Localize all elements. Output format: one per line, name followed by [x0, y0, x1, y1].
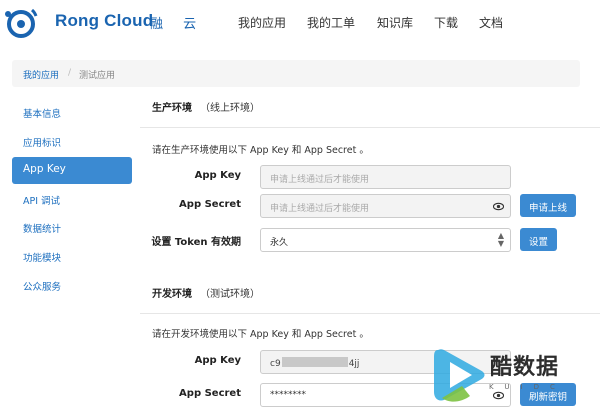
development-subtitle: （测试环境） — [200, 289, 260, 300]
production-app-secret-placeholder: 申请上线通过后才能使用 — [270, 204, 370, 214]
production-app-key-label: App Key — [194, 170, 241, 181]
development-description: 请在开发环境使用以下 App Key 和 App Secret 。 — [152, 329, 369, 340]
token-validity-value: 永久 — [270, 238, 289, 248]
production-description: 请在生产环境使用以下 App Key 和 App Secret 。 — [152, 145, 369, 156]
settings-button[interactable]: 设置 — [520, 228, 557, 251]
breadcrumb: 我的应用 / 测试应用 — [12, 60, 580, 87]
development-app-secret-label: App Secret — [179, 388, 241, 399]
development-app-key-label: App Key — [194, 355, 241, 366]
nav-knowledge-base[interactable]: 知识库 — [377, 14, 413, 31]
production-app-key-placeholder: 申请上线通过后才能使用 — [270, 175, 370, 185]
app-key-prefix: c9 — [270, 359, 281, 369]
token-validity-label: 设置 Token 有效期 — [151, 237, 241, 248]
sidebar-item-public-service[interactable]: 公众服务 — [12, 272, 132, 299]
breadcrumb-current: 测试应用 — [79, 71, 116, 81]
watermark-text: 酷数据 — [490, 355, 560, 380]
eye-icon[interactable] — [493, 390, 504, 401]
development-title: 开发环境 — [152, 289, 192, 300]
production-app-secret-field[interactable]: 申请上线通过后才能使用 — [260, 194, 511, 218]
sidebar-item-app-identity[interactable]: 应用标识 — [12, 128, 132, 155]
production-subtitle: （线上环境） — [200, 103, 260, 114]
production-app-secret-label: App Secret — [179, 199, 241, 210]
brand-name-cn: 融 云 — [150, 17, 205, 32]
eye-icon[interactable] — [493, 201, 504, 212]
sidebar-item-app-key[interactable]: App Key — [12, 157, 132, 184]
top-navbar: Rong Cloud 融 云 我的应用 我的工单 知识库 下载 文档 — [0, 0, 600, 44]
brand-name[interactable]: Rong Cloud — [55, 11, 153, 31]
production-section-title: 生产环境 （线上环境） — [152, 99, 260, 114]
watermark-logo-icon — [434, 349, 485, 402]
sidebar-item-statistics[interactable]: 数据统计 — [12, 214, 132, 241]
token-validity-select[interactable]: 永久 ▲ ▼ — [260, 228, 511, 252]
production-app-key-field[interactable]: 申请上线通过后才能使用 — [260, 165, 511, 189]
development-app-secret-value: ******** — [270, 390, 306, 400]
section-divider — [140, 127, 600, 128]
nav-docs[interactable]: 文档 — [479, 14, 503, 31]
masked-region — [281, 357, 348, 367]
development-section-title: 开发环境 （测试环境） — [152, 285, 260, 300]
sidebar-item-api-debug[interactable]: API 调试 — [12, 186, 132, 213]
sidebar-item-feature-modules[interactable]: 功能模块 — [12, 243, 132, 270]
select-arrows-icon: ▲ ▼ — [497, 231, 504, 248]
production-title: 生产环境 — [152, 103, 192, 114]
nav-my-apps[interactable]: 我的应用 — [238, 14, 286, 31]
nav-download[interactable]: 下载 — [434, 14, 458, 31]
breadcrumb-separator: / — [68, 68, 72, 78]
breadcrumb-root-link[interactable]: 我的应用 — [23, 68, 59, 81]
apply-online-button[interactable]: 申请上线 — [520, 194, 576, 217]
watermark-subtext: KUIDC — [489, 383, 566, 391]
section-divider — [140, 313, 600, 314]
nav-my-tickets[interactable]: 我的工单 — [307, 14, 355, 31]
sidebar-item-basic-info[interactable]: 基本信息 — [12, 99, 132, 126]
rongcloud-logo-icon[interactable] — [2, 6, 46, 38]
app-key-suffix: 4jj — [348, 359, 360, 369]
